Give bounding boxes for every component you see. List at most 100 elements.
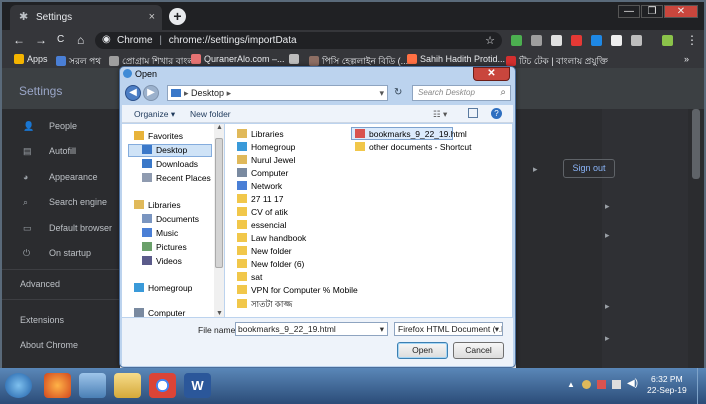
bookmark-apps[interactable]: Apps [14, 54, 48, 64]
sidebar-item-appearance[interactable]: ◕ Appearance [23, 172, 98, 182]
tab-settings[interactable]: ✱ Settings × [10, 5, 162, 30]
start-button[interactable] [5, 373, 32, 398]
reload-button[interactable]: C [57, 34, 64, 45]
dropdown-icon[interactable]: ▾ [379, 88, 384, 99]
forward-button[interactable]: → [35, 33, 47, 47]
extension-icon[interactable] [662, 35, 673, 46]
chevron-right-icon[interactable]: ▸ [533, 164, 538, 175]
explorer-icon[interactable] [114, 373, 141, 398]
sidebar-item-advanced[interactable]: Advanced [20, 279, 60, 289]
nav-item-downloads[interactable]: Downloads [142, 159, 198, 169]
cancel-button[interactable]: Cancel [453, 342, 504, 359]
bookmark-star-icon[interactable]: ☆ [485, 34, 495, 47]
sign-out-button[interactable]: Sign out [563, 159, 615, 178]
sidebar-item-default-browser[interactable]: ▭ Default browser [23, 223, 112, 234]
extension-icon[interactable] [511, 35, 522, 46]
file-item[interactable]: 27 11 17 [237, 194, 283, 204]
file-item[interactable]: সাতটা কাজ্জ [237, 298, 292, 312]
extension-icon[interactable] [551, 35, 562, 46]
filetype-select[interactable]: Firefox HTML Document (*.h ▾ [394, 322, 503, 336]
scroll-up-icon[interactable]: ▲ [216, 124, 223, 131]
help-icon[interactable]: ? [491, 108, 502, 119]
refresh-icon[interactable]: ↻ [394, 87, 402, 98]
file-item[interactable]: Network [237, 181, 282, 191]
nav-pane-scrollbar[interactable]: ▲ ▼ [214, 124, 224, 317]
nav-item-favorites[interactable]: Favorites [134, 131, 183, 141]
chevron-right-icon[interactable]: ▸ [605, 201, 610, 212]
tray-icon[interactable] [597, 380, 606, 389]
file-item[interactable]: sat [237, 272, 262, 282]
taskbar-clock[interactable]: 6:32 PM 22-Sep-19 [647, 374, 687, 396]
battery-icon[interactable] [612, 380, 621, 389]
scroll-down-icon[interactable]: ▼ [216, 310, 223, 317]
firefox-icon[interactable] [44, 373, 71, 398]
tray-expand-icon[interactable]: ▲ [567, 380, 575, 389]
extension-icon[interactable] [611, 35, 622, 46]
nav-item-videos[interactable]: Videos [142, 256, 182, 266]
file-item[interactable]: Libraries [237, 129, 284, 139]
nav-item-recent-places[interactable]: Recent Places [142, 173, 211, 183]
scrollbar-thumb[interactable] [215, 138, 223, 268]
maximize-button[interactable]: ❐ [641, 5, 663, 18]
tray-icon[interactable] [582, 380, 591, 389]
menu-icon[interactable]: ⋮ [686, 33, 698, 47]
dialog-address-bar[interactable]: ▸ Desktop ▸ ▾ [167, 85, 388, 101]
nav-item-homegroup[interactable]: Homegroup [134, 283, 192, 293]
sidebar-item-on-startup[interactable]: ⏻ On startup [23, 248, 91, 259]
page-scrollbar[interactable] [692, 109, 700, 179]
file-item[interactable]: essencial [237, 220, 286, 230]
dropdown-icon[interactable]: ▾ [380, 324, 384, 335]
minimize-button[interactable]: — [618, 5, 640, 18]
extension-icon[interactable] [531, 35, 542, 46]
translate-icon[interactable] [591, 35, 602, 46]
nav-item-desktop[interactable]: Desktop [142, 145, 187, 155]
new-tab-button[interactable]: + [169, 8, 186, 25]
file-item[interactable]: other documents - Shortcut [355, 142, 472, 152]
chevron-right-icon[interactable]: ▸ [605, 301, 610, 312]
extension-icon[interactable] [631, 35, 642, 46]
home-button[interactable]: ⌂ [77, 33, 84, 47]
sidebar-item-about[interactable]: About Chrome [20, 340, 78, 350]
nav-item-music[interactable]: Music [142, 228, 178, 238]
chevron-right-icon[interactable]: ▸ [605, 333, 610, 344]
back-button[interactable]: ← [13, 33, 25, 47]
close-window-button[interactable]: ✕ [664, 5, 698, 18]
forward-arrow-icon[interactable]: ▶ [143, 85, 159, 101]
file-item-selected[interactable]: bookmarks_9_22_19.html [355, 129, 467, 139]
back-arrow-icon[interactable]: ◀ [125, 85, 141, 101]
preview-pane-icon[interactable] [468, 108, 478, 118]
new-folder-button[interactable]: New folder [190, 109, 231, 119]
filename-input[interactable]: bookmarks_9_22_19.html ▾ [235, 322, 388, 336]
control-panel-icon[interactable] [79, 373, 106, 398]
sidebar-item-autofill[interactable]: ▤ Autofill [23, 146, 76, 157]
nav-item-pictures[interactable]: Pictures [142, 242, 187, 252]
organize-button[interactable]: Organize ▾ [134, 109, 175, 120]
open-button[interactable]: Open [397, 342, 448, 359]
word-icon[interactable]: W [184, 373, 211, 398]
bookmark-item[interactable]: টিচ টেক | বাংলায় প্রযুক্তি [506, 54, 608, 69]
chrome-icon[interactable] [149, 373, 176, 398]
nav-item-libraries[interactable]: Libraries [134, 200, 181, 210]
file-item[interactable]: New folder [237, 246, 292, 256]
nav-item-computer[interactable]: Computer [134, 308, 185, 318]
sidebar-item-search-engine[interactable]: ⌕ Search engine [23, 197, 107, 208]
view-options-icon[interactable]: ☷ ▾ [433, 109, 447, 120]
bookmark-item[interactable]: QuranerAlo.com –... [191, 54, 285, 64]
nav-item-documents[interactable]: Documents [142, 214, 199, 224]
bookmark-item[interactable] [289, 54, 302, 64]
sidebar-item-extensions[interactable]: Extensions [20, 315, 64, 325]
file-item[interactable]: New folder (6) [237, 259, 304, 269]
dialog-close-button[interactable]: ✕ [473, 67, 510, 81]
file-item[interactable]: CV of atik [237, 207, 288, 217]
bookmarks-more-icon[interactable]: » [684, 54, 689, 64]
volume-icon[interactable]: ◀) [627, 378, 638, 389]
show-desktop-button[interactable] [697, 368, 706, 404]
file-item[interactable]: Nurul Jewel [237, 155, 295, 165]
adblock-icon[interactable] [571, 35, 582, 46]
address-bar[interactable]: ◉ Chrome | chrome://settings/importData … [95, 32, 502, 49]
chevron-right-icon[interactable]: ▸ [605, 230, 610, 241]
bookmark-item[interactable]: Sahih Hadith Protid... [407, 54, 505, 64]
file-item[interactable]: VPN for Computer % Mobile [237, 285, 358, 295]
tab-close-icon[interactable]: × [149, 11, 155, 23]
sidebar-item-people[interactable]: 👤 People [23, 121, 77, 132]
